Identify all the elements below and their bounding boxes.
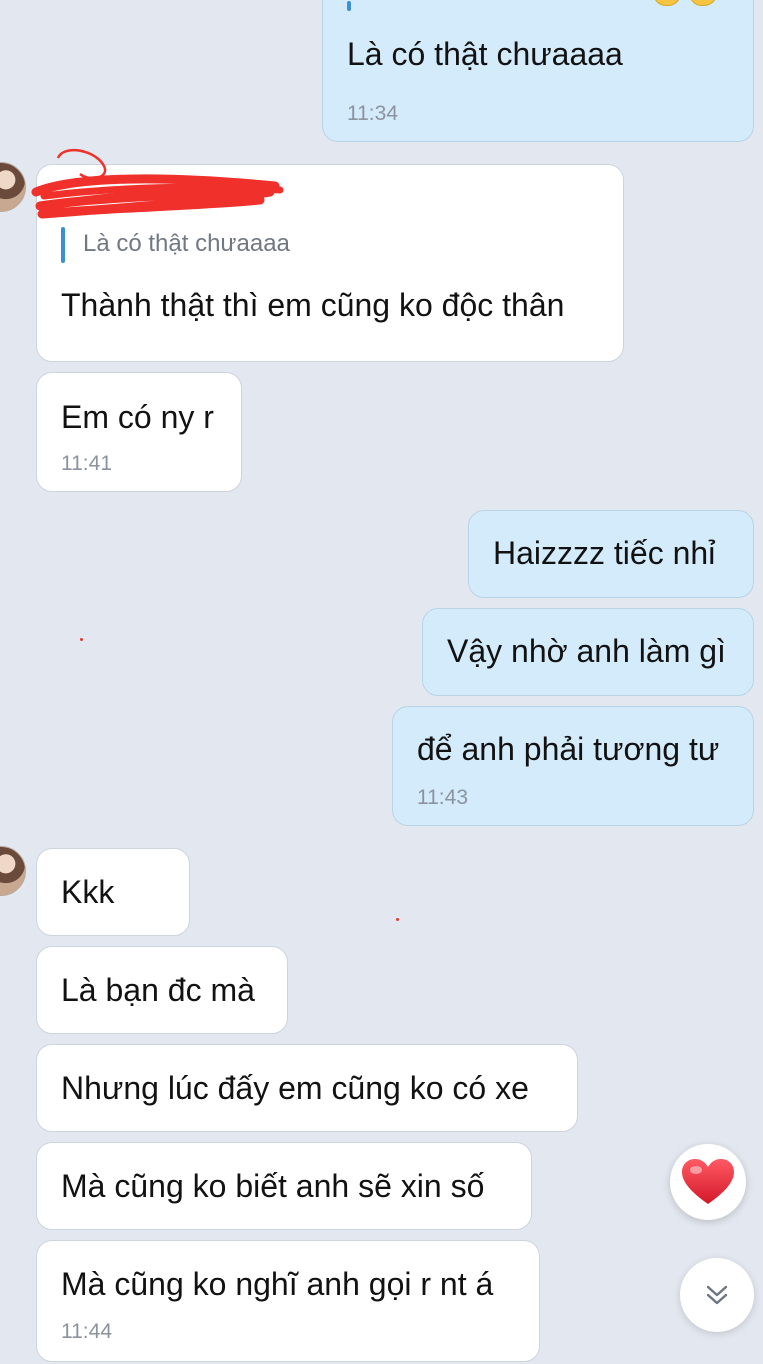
message-bubble-outgoing[interactable]: Haizzzz tiếc nhỉ xyxy=(468,510,754,598)
message-bubble-outgoing[interactable]: để anh phải tương tư 11:43 xyxy=(392,706,754,826)
scroll-to-bottom-button[interactable] xyxy=(680,1258,754,1332)
stray-mark xyxy=(396,918,399,921)
quote-bar xyxy=(61,227,65,263)
message-text: Mà cũng ko nghĩ anh gọi r nt á xyxy=(61,1266,494,1302)
quote-bar xyxy=(347,1,351,11)
message-bubble-incoming[interactable]: Kkk xyxy=(36,848,190,936)
message-bubble-incoming[interactable]: Nhưng lúc đấy em cũng ko có xe xyxy=(36,1044,578,1132)
message-text: Haizzzz tiếc nhỉ xyxy=(493,535,716,571)
message-bubble-incoming[interactable]: Là có thật chưaaaa Thành thật thì em cũn… xyxy=(36,164,624,362)
reaction-button[interactable] xyxy=(670,1144,746,1220)
emoji-icon xyxy=(689,0,717,6)
contact-avatar[interactable] xyxy=(0,162,26,212)
heart-icon xyxy=(682,1159,734,1204)
chevron-double-down-icon xyxy=(706,1285,728,1305)
emoji-icon xyxy=(653,0,681,6)
message-text: Nhưng lúc đấy em cũng ko có xe xyxy=(61,1070,529,1106)
message-text: Mà cũng ko biết anh sẽ xin số xyxy=(61,1168,485,1204)
message-time: 11:43 xyxy=(417,786,468,809)
contact-avatar[interactable] xyxy=(0,846,26,896)
reply-quote-text: Là có thật chưaaaa xyxy=(83,230,290,257)
message-bubble-incoming[interactable]: Mà cũng ko nghĩ anh gọi r nt á 11:44 xyxy=(36,1240,540,1362)
message-text: Em có ny r xyxy=(61,399,214,435)
stray-mark xyxy=(80,638,83,641)
message-text: Là bạn đc mà xyxy=(61,972,255,1008)
message-text: Thành thật thì em cũng ko độc thân xyxy=(61,287,565,323)
message-text: Là có thật chưaaaa xyxy=(347,36,623,72)
message-bubble-incoming[interactable]: Là bạn đc mà xyxy=(36,946,288,1034)
message-text: để anh phải tương tư xyxy=(417,731,720,767)
message-bubble-outgoing[interactable]: Là có thật chưaaaa 11:34 xyxy=(322,0,754,142)
message-bubble-incoming[interactable]: Mà cũng ko biết anh sẽ xin số xyxy=(36,1142,532,1230)
message-text: Vậy nhờ anh làm gì xyxy=(447,633,726,669)
message-time: 11:41 xyxy=(61,452,112,475)
message-time: 11:44 xyxy=(61,1320,112,1343)
message-bubble-incoming[interactable]: Em có ny r 11:41 xyxy=(36,372,242,492)
message-bubble-outgoing[interactable]: Vậy nhờ anh làm gì xyxy=(422,608,754,696)
message-time: 11:34 xyxy=(347,102,398,125)
message-text: Kkk xyxy=(61,874,115,910)
